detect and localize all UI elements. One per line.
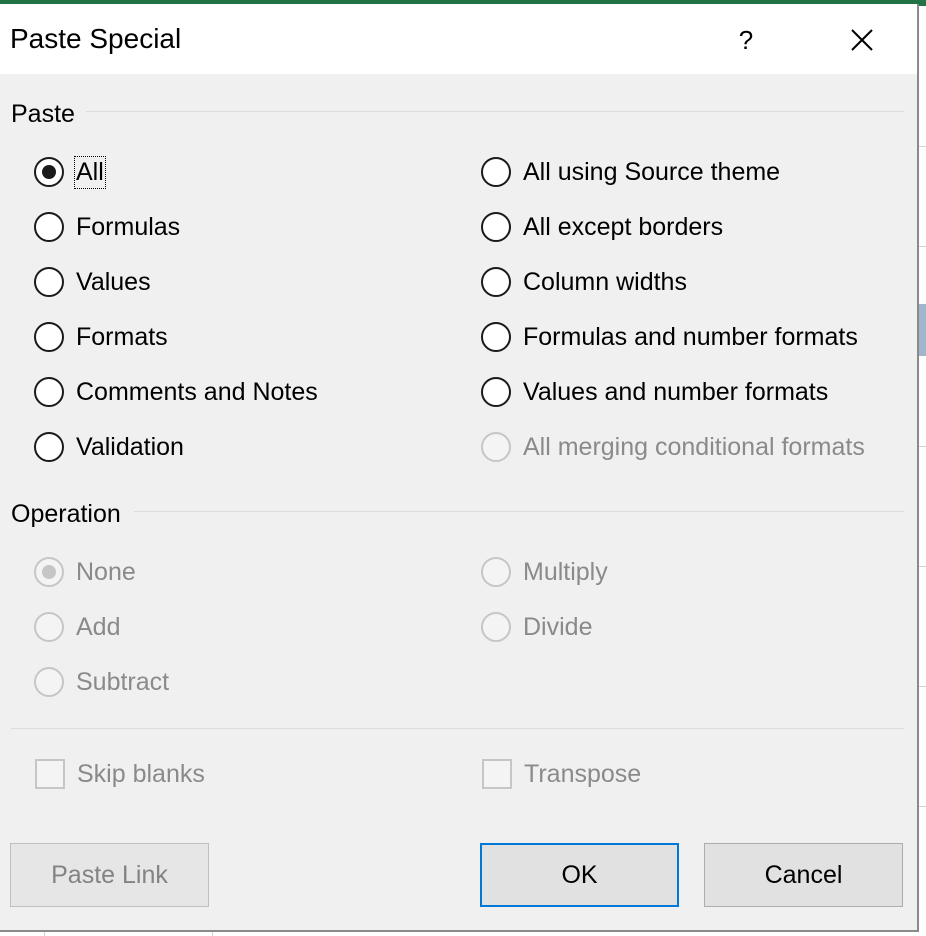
checkbox-divider: [11, 728, 904, 729]
option-label: Multiply: [523, 557, 608, 586]
radio-icon: [481, 432, 511, 462]
paste-option-formulas[interactable]: Formulas: [34, 207, 180, 247]
option-label: None: [76, 557, 136, 586]
radio-icon: [481, 557, 511, 587]
operation-group-label: Operation: [11, 500, 121, 528]
option-label: Values and number formats: [523, 377, 829, 406]
operation-option-divide[interactable]: Divide: [481, 607, 592, 647]
radio-icon: [34, 157, 64, 187]
checkbox-icon: [482, 759, 512, 789]
option-label: Divide: [523, 612, 593, 641]
option-label: Validation: [76, 432, 184, 461]
option-label: Column widths: [523, 267, 687, 296]
paste-option-values[interactable]: Values: [34, 262, 151, 302]
option-label: Add: [76, 612, 121, 641]
operation-option-subtract[interactable]: Subtract: [34, 662, 169, 702]
paste-option-comments-and-notes[interactable]: Comments and Notes: [34, 372, 318, 412]
radio-icon: [481, 157, 511, 187]
option-label: Formulas: [76, 212, 181, 241]
option-label: Formulas and number formats: [523, 322, 858, 351]
radio-icon: [481, 267, 511, 297]
paste-option-all-using-source-theme[interactable]: All using Source theme: [481, 152, 780, 192]
paste-group-label: Paste: [11, 100, 75, 128]
close-button[interactable]: [832, 18, 890, 62]
option-label: Subtract: [76, 667, 170, 696]
paste-option-values-and-number-formats[interactable]: Values and number formats: [481, 372, 828, 412]
radio-icon: [481, 377, 511, 407]
transpose-checkbox[interactable]: Transpose: [482, 754, 641, 794]
operation-group-divider: [134, 511, 904, 512]
skip-blanks-checkbox[interactable]: Skip blanks: [35, 754, 205, 794]
paste-option-column-widths[interactable]: Column widths: [481, 262, 687, 302]
option-label: All merging conditional formats: [523, 432, 865, 461]
dialog-title: Paste Special: [10, 23, 182, 54]
help-button[interactable]: ?: [716, 18, 776, 62]
option-label: Values: [76, 267, 151, 296]
paste-special-dialog: Paste Special ? Paste All Formulas Value…: [0, 4, 919, 932]
radio-icon: [34, 267, 64, 297]
operation-option-none[interactable]: None: [34, 552, 136, 592]
title-bar: Paste Special ?: [0, 4, 917, 74]
option-label: All using Source theme: [523, 157, 781, 186]
radio-icon: [481, 612, 511, 642]
radio-icon: [34, 557, 64, 587]
ok-button[interactable]: OK: [480, 843, 679, 907]
paste-option-formats[interactable]: Formats: [34, 317, 168, 357]
cancel-button[interactable]: Cancel: [704, 843, 903, 907]
operation-option-multiply[interactable]: Multiply: [481, 552, 608, 592]
operation-option-add[interactable]: Add: [34, 607, 120, 647]
radio-icon: [34, 377, 64, 407]
option-label: Comments and Notes: [76, 377, 318, 406]
radio-icon: [34, 612, 64, 642]
radio-icon: [34, 667, 64, 697]
paste-link-button[interactable]: Paste Link: [10, 843, 209, 907]
paste-option-formulas-and-number-formats[interactable]: Formulas and number formats: [481, 317, 858, 357]
checkbox-label: Transpose: [524, 759, 642, 788]
paste-option-validation[interactable]: Validation: [34, 427, 184, 467]
radio-icon: [34, 322, 64, 352]
radio-icon: [34, 212, 64, 242]
radio-icon: [481, 212, 511, 242]
checkbox-icon: [35, 759, 65, 789]
paste-option-all-except-borders[interactable]: All except borders: [481, 207, 723, 247]
radio-icon: [481, 322, 511, 352]
option-label: All except borders: [523, 212, 724, 241]
paste-option-all[interactable]: All: [34, 152, 106, 192]
checkbox-label: Skip blanks: [77, 759, 205, 788]
close-icon: [851, 29, 873, 51]
paste-option-all-merging-conditional-formats[interactable]: All merging conditional formats: [481, 427, 865, 467]
radio-icon: [34, 432, 64, 462]
paste-group-divider: [86, 111, 904, 112]
option-label: Formats: [76, 322, 168, 351]
option-label: All: [74, 155, 106, 189]
